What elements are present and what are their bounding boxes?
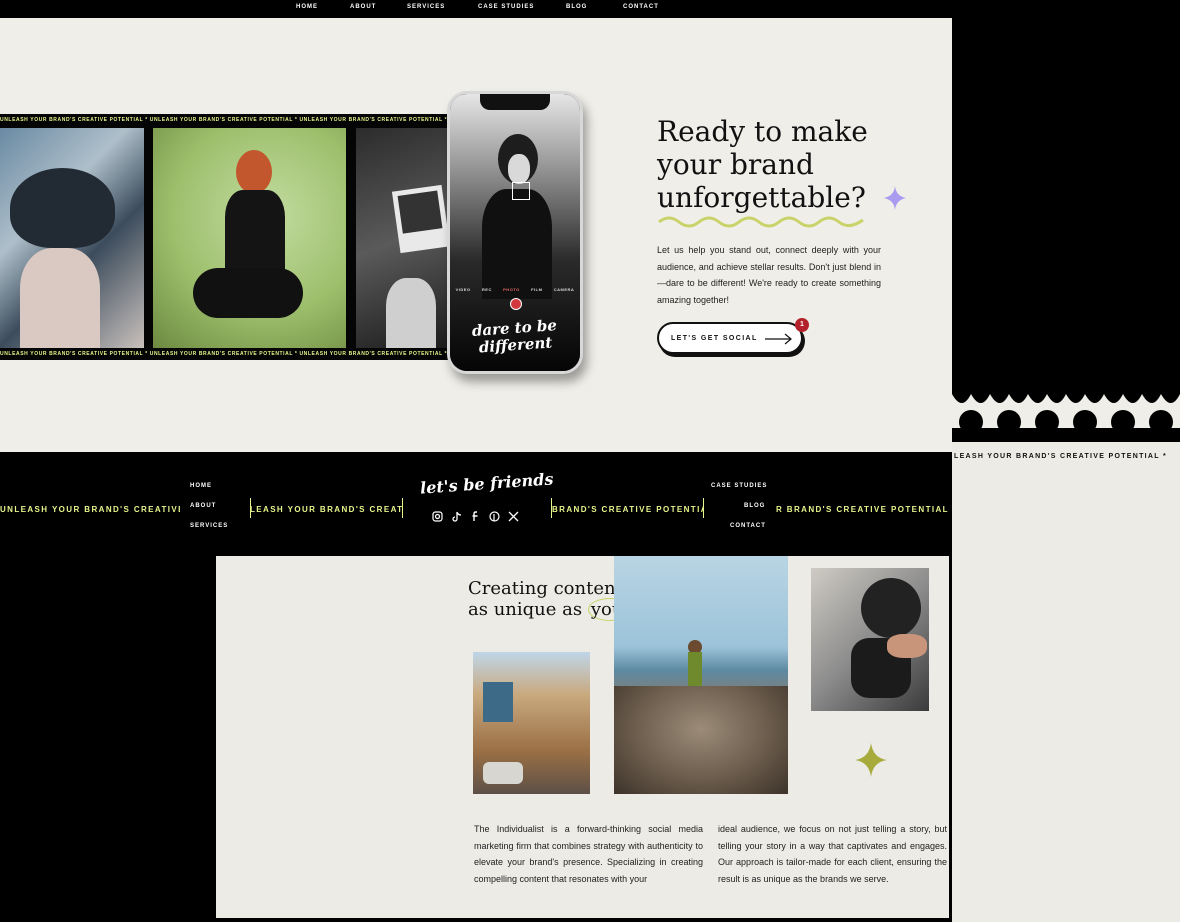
squiggle-underline: [658, 216, 864, 228]
footer-ticker-4: R BRAND'S CREATIVE POTENTIAL *: [776, 505, 951, 514]
sparkle-olive-icon: [855, 743, 887, 777]
photo-boots-and-hat: [811, 568, 929, 711]
camera-mode-film[interactable]: FILM: [531, 287, 542, 292]
footer: HOME ABOUT SERVICES CASE STUDIES BLOG CO…: [0, 452, 952, 556]
film-strip-bottom-text: UNLEASH YOUR BRAND'S CREATIVE POTENTIAL …: [0, 351, 497, 357]
camera-mode-photo[interactable]: PHOTO: [503, 287, 520, 292]
footer-link-contact[interactable]: CONTACT: [730, 523, 766, 529]
footer-link-services[interactable]: SERVICES: [190, 523, 228, 529]
sparkle-purple-icon: [884, 186, 906, 210]
scallop-pattern: [952, 380, 1180, 442]
facebook-icon[interactable]: [470, 511, 481, 522]
lets-get-social-label: LET'S GET SOCIAL: [671, 335, 758, 342]
photo-street-buildings: [473, 652, 590, 794]
lets-get-social-button[interactable]: LET'S GET SOCIAL: [657, 322, 803, 354]
film-strip-top-text: UNLEASH YOUR BRAND'S CREATIVE POTENTIAL …: [0, 117, 497, 123]
film-strip: UNLEASH YOUR BRAND'S CREATIVE POTENTIAL …: [0, 114, 496, 360]
phone-screen: VIDEO REC PHOTO FILM CAMERA dare to be d…: [450, 94, 580, 371]
hero-heading-line3: unforgettable?: [657, 181, 866, 214]
footer-ticker-3: BRAND'S CREATIVE POTENTIAL: [552, 505, 703, 514]
about-heading-line2: as unique as you.: [468, 598, 633, 621]
about-text-col2: ideal audience, we focus on not just tel…: [718, 824, 947, 884]
x-icon[interactable]: [508, 511, 519, 522]
nav-services[interactable]: SERVICES: [407, 4, 445, 10]
footer-ticker-2: LEASH YOUR BRAND'S CREATIVE: [250, 505, 402, 514]
camera-mode-rec[interactable]: REC: [482, 287, 492, 292]
footer-link-about[interactable]: ABOUT: [190, 503, 216, 509]
shutter-button[interactable]: [510, 298, 522, 310]
phone-subject-body: [482, 189, 552, 299]
about-heading: Creating content as unique as you.: [468, 578, 633, 621]
hero-heading-line2: your brand: [657, 148, 814, 181]
about-heading-line1: Creating content: [468, 578, 623, 599]
footer-link-case-studies[interactable]: CASE STUDIES: [711, 483, 767, 489]
nav-contact[interactable]: CONTACT: [623, 4, 659, 10]
hero-heading-line1: Ready to make: [657, 115, 868, 148]
social-icons: [432, 511, 519, 522]
side-ticker-bar: LEASH YOUR BRAND'S CREATIVE POTENTIAL *: [952, 442, 1180, 472]
notification-badge: 1: [795, 318, 809, 332]
tiktok-icon[interactable]: [451, 511, 462, 522]
footer-ticker-1: UNLEASH YOUR BRAND'S CREATIVE P: [0, 505, 180, 514]
hero-heading: Ready to make your brand unforgettable?: [657, 115, 868, 214]
nav-blog[interactable]: BLOG: [566, 4, 587, 10]
about-text-col1: The Individualist is a forward-thinking …: [474, 824, 703, 884]
nav-home[interactable]: HOME: [296, 4, 318, 10]
photo-polaroid-hand: [356, 128, 458, 348]
hero-body-text: Let us help you stand out, connect deepl…: [657, 245, 881, 305]
phone-notch: [480, 94, 550, 110]
nav-about[interactable]: ABOUT: [350, 4, 376, 10]
side-ticker-text: LEASH YOUR BRAND'S CREATIVE POTENTIAL *: [954, 453, 1167, 460]
phone-subject-face: [508, 154, 530, 184]
camera-mode-video[interactable]: VIDEO: [456, 287, 471, 292]
footer-link-blog[interactable]: BLOG: [744, 503, 765, 509]
instagram-icon[interactable]: [432, 511, 443, 522]
phone-mockup: VIDEO REC PHOTO FILM CAMERA dare to be d…: [447, 91, 583, 374]
arrow-right-icon: [765, 333, 792, 345]
photo-woman-red-hair: [153, 128, 346, 348]
footer-script: let's be friends: [419, 469, 554, 498]
footer-link-home[interactable]: HOME: [190, 483, 212, 489]
nav-case-studies[interactable]: CASE STUDIES: [478, 4, 534, 10]
ticker-divider: [703, 498, 704, 518]
photo-woman-on-rocks: [614, 556, 788, 794]
top-navigation: HOME ABOUT SERVICES CASE STUDIES BLOG CO…: [0, 0, 952, 18]
focus-frame-icon: [512, 182, 530, 200]
camera-mode-camera[interactable]: CAMERA: [554, 287, 575, 292]
pinterest-icon[interactable]: [489, 511, 500, 522]
ticker-divider: [402, 498, 403, 518]
photo-woman-hair-flip: [0, 128, 144, 348]
